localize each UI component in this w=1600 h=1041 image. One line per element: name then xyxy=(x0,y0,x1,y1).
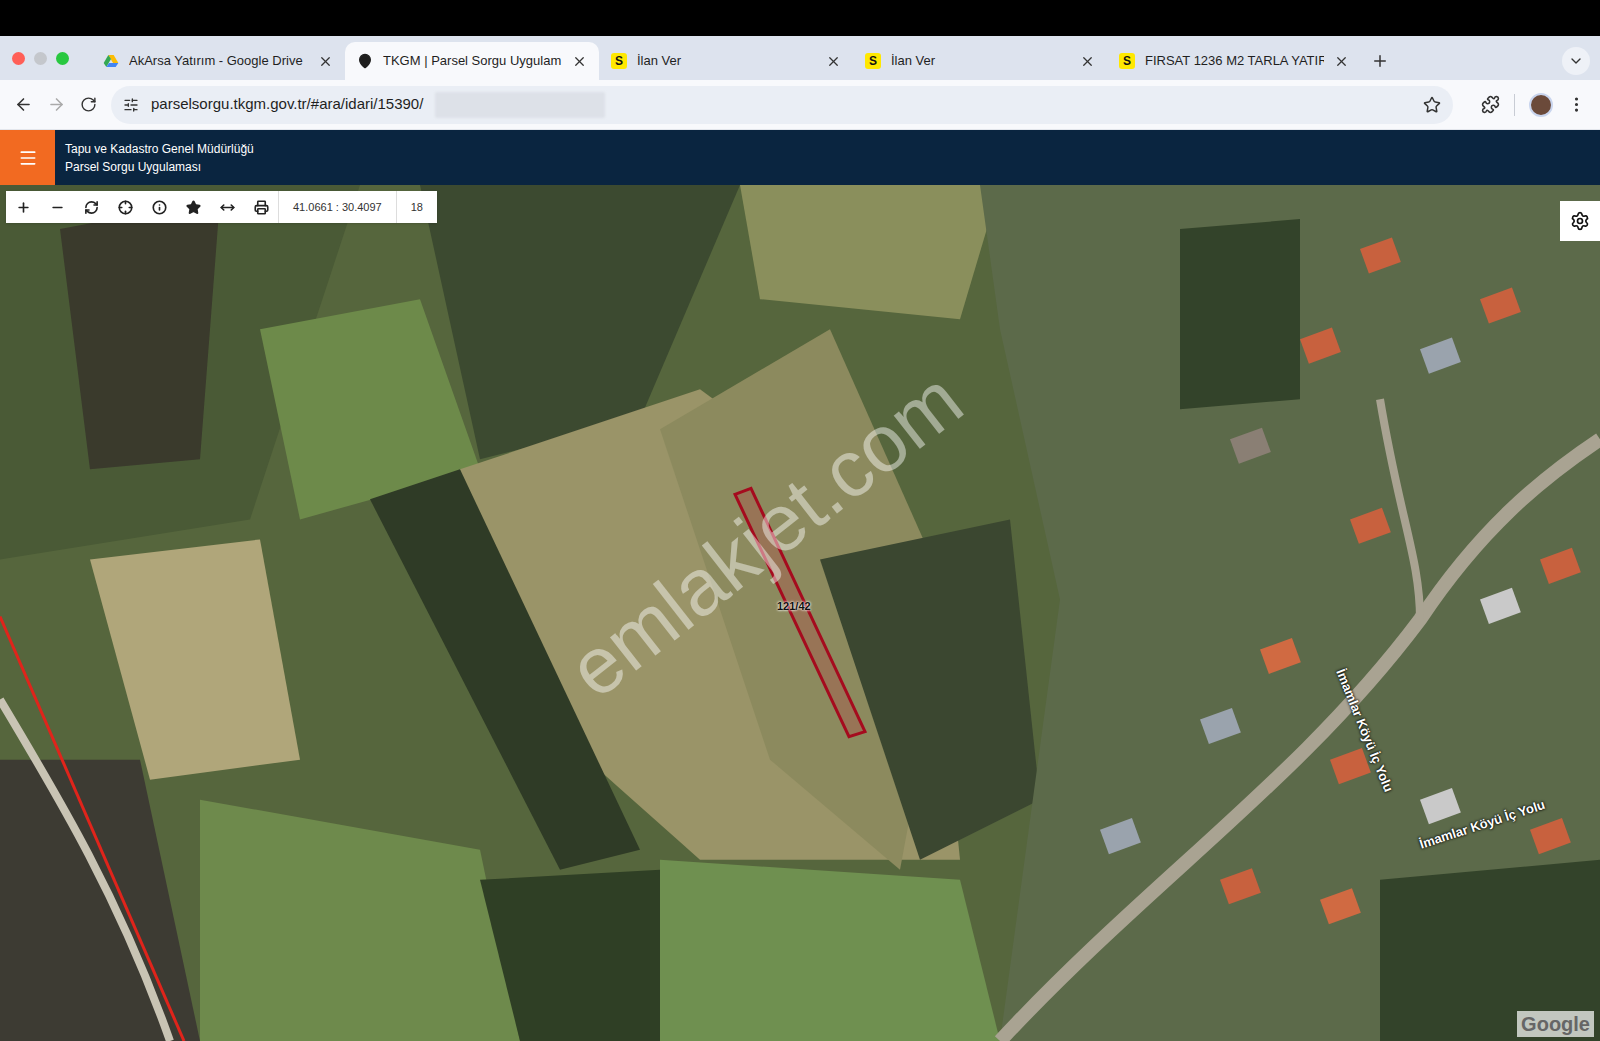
site-favicon: S xyxy=(865,53,881,69)
browser-chrome: AkArsa Yatırım - Google Drive TKGM | Pars… xyxy=(0,0,1600,130)
tab-title: TKGM | Parsel Sorgu Uygulam xyxy=(383,51,562,71)
site-subtitle: Parsel Sorgu Uygulaması xyxy=(65,158,254,176)
url-text: parselsorgu.tkgm.gov.tr/#ara/idari/15390… xyxy=(151,93,423,116)
map-area[interactable]: 121/42İmamlar Köyü İç Yoluİmamlar Köyü İ… xyxy=(0,185,1600,1041)
refresh-icon xyxy=(84,200,99,215)
bookmark-star-icon[interactable] xyxy=(1423,96,1441,114)
close-tab-icon[interactable] xyxy=(1080,54,1095,69)
extensions-icon[interactable] xyxy=(1481,95,1500,114)
window-controls xyxy=(12,40,69,80)
minimize-window-button[interactable] xyxy=(34,52,47,65)
map-tool-button[interactable] xyxy=(176,191,210,223)
close-tab-icon[interactable] xyxy=(1334,54,1349,69)
zoom-in-icon xyxy=(16,200,31,215)
browser-tab[interactable]: S İlan Ver xyxy=(599,42,853,80)
map-tool-button[interactable] xyxy=(6,191,40,223)
tab-title: FIRSAT 1236 M2 TARLA YATIR xyxy=(1145,51,1324,71)
screen-top-strip xyxy=(0,0,1600,36)
tab-title: İlan Ver xyxy=(891,51,1070,71)
browser-tab[interactable]: TKGM | Parsel Sorgu Uygulam xyxy=(345,42,599,80)
site-favicon: S xyxy=(1119,53,1135,69)
locate-icon xyxy=(118,200,133,215)
back-icon[interactable] xyxy=(14,95,33,114)
hamburger-button[interactable] xyxy=(0,130,55,185)
forward-icon[interactable] xyxy=(47,95,66,114)
close-tab-icon[interactable] xyxy=(318,54,333,69)
tab-search-button[interactable] xyxy=(1562,47,1590,75)
map-tool-button[interactable] xyxy=(244,191,278,223)
measure-icon xyxy=(220,200,235,215)
drive-logo-icon xyxy=(103,53,119,69)
parcel-label: 121/42 xyxy=(777,598,811,615)
site-info-icon[interactable] xyxy=(123,97,139,113)
watermark: emlakjet.com xyxy=(555,358,976,711)
menu-icon[interactable] xyxy=(1567,95,1586,114)
map-tool-button[interactable] xyxy=(210,191,244,223)
browser-tab[interactable]: S İlan Ver xyxy=(853,42,1107,80)
site-favicon: S xyxy=(611,53,627,69)
close-window-button[interactable] xyxy=(12,52,25,65)
maximize-window-button[interactable] xyxy=(56,52,69,65)
tab-title: AkArsa Yatırım - Google Drive xyxy=(129,51,308,71)
coordinates-display: 41.0661 : 30.4097 xyxy=(278,191,396,223)
profile-avatar[interactable] xyxy=(1529,93,1553,117)
browser-tab[interactable]: AkArsa Yatırım - Google Drive xyxy=(91,42,345,80)
zoom-out-icon xyxy=(50,200,65,215)
zoom-level-display: 18 xyxy=(396,191,437,223)
tab-bar: AkArsa Yatırım - Google Drive TKGM | Pars… xyxy=(0,36,1600,80)
map-attribution: Google xyxy=(1517,1011,1594,1037)
chevron-down-icon xyxy=(1568,53,1584,69)
map-tool-button[interactable] xyxy=(142,191,176,223)
screen: AkArsa Yatırım - Google Drive TKGM | Pars… xyxy=(0,0,1600,1041)
map-tool-button[interactable] xyxy=(40,191,74,223)
close-tab-icon[interactable] xyxy=(826,54,841,69)
print-icon xyxy=(254,200,269,215)
new-tab-icon[interactable] xyxy=(1371,52,1389,70)
map-tool-button[interactable] xyxy=(74,191,108,223)
close-tab-icon[interactable] xyxy=(572,54,587,69)
favorite-icon xyxy=(186,200,201,215)
map-toolbar: 41.0661 : 30.409718 xyxy=(6,191,437,223)
map-settings-button[interactable] xyxy=(1560,201,1600,241)
info-icon xyxy=(152,200,167,215)
map-tool-button[interactable] xyxy=(108,191,142,223)
browser-tab[interactable]: S FIRSAT 1236 M2 TARLA YATIR xyxy=(1107,42,1361,80)
reload-icon[interactable] xyxy=(80,96,97,113)
site-title: Tapu ve Kadastro Genel Müdürlüğü xyxy=(65,140,254,158)
satellite-imagery xyxy=(0,185,1600,1041)
address-toolbar: parselsorgu.tkgm.gov.tr/#ara/idari/15390… xyxy=(0,80,1600,130)
hamburger-icon xyxy=(18,148,38,168)
site-header: Tapu ve Kadastro Genel MüdürlüğüParsel S… xyxy=(0,130,1600,185)
map-pin-icon xyxy=(357,53,373,69)
tab-title: İlan Ver xyxy=(637,51,816,71)
omnibox[interactable]: parselsorgu.tkgm.gov.tr/#ara/idari/15390… xyxy=(111,86,1453,124)
blurred-url-part xyxy=(435,92,605,118)
gear-icon xyxy=(1570,211,1590,231)
